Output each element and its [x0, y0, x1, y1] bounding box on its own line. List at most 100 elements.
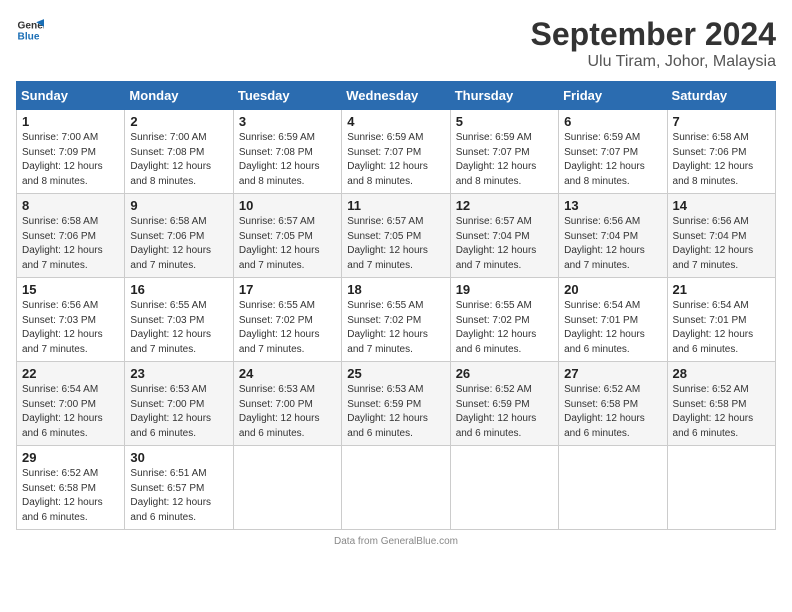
calendar-row: 15 Sunrise: 6:56 AMSunset: 7:03 PMDaylig… — [17, 278, 776, 362]
day-number: 4 — [347, 114, 444, 129]
day-detail: Sunrise: 6:54 AMSunset: 7:01 PMDaylight:… — [673, 300, 754, 355]
day-detail: Sunrise: 6:55 AMSunset: 7:02 PMDaylight:… — [239, 300, 320, 355]
day-number: 2 — [130, 114, 227, 129]
day-detail: Sunrise: 6:58 AMSunset: 7:06 PMDaylight:… — [673, 132, 754, 187]
calendar-cell: 26 Sunrise: 6:52 AMSunset: 6:59 PMDaylig… — [450, 362, 558, 446]
calendar-row: 1 Sunrise: 7:00 AMSunset: 7:09 PMDayligh… — [17, 110, 776, 194]
logo: General Blue — [16, 16, 44, 44]
day-number: 13 — [564, 198, 661, 213]
header-row: Sunday Monday Tuesday Wednesday Thursday… — [17, 82, 776, 110]
day-number: 19 — [456, 282, 553, 297]
day-detail: Sunrise: 6:53 AMSunset: 7:00 PMDaylight:… — [239, 384, 320, 439]
calendar-cell: 8 Sunrise: 6:58 AMSunset: 7:06 PMDayligh… — [17, 194, 125, 278]
day-detail: Sunrise: 6:56 AMSunset: 7:04 PMDaylight:… — [564, 216, 645, 271]
footer: Data from GeneralBlue.com — [16, 536, 776, 547]
day-number: 12 — [456, 198, 553, 213]
calendar-cell: 3 Sunrise: 6:59 AMSunset: 7:08 PMDayligh… — [233, 110, 341, 194]
calendar-cell: 18 Sunrise: 6:55 AMSunset: 7:02 PMDaylig… — [342, 278, 450, 362]
calendar-cell — [450, 446, 558, 530]
day-number: 18 — [347, 282, 444, 297]
day-detail: Sunrise: 7:00 AMSunset: 7:08 PMDaylight:… — [130, 132, 211, 187]
day-number: 5 — [456, 114, 553, 129]
day-number: 29 — [22, 450, 119, 465]
day-detail: Sunrise: 6:58 AMSunset: 7:06 PMDaylight:… — [22, 216, 103, 271]
day-number: 26 — [456, 366, 553, 381]
calendar-cell — [233, 446, 341, 530]
day-detail: Sunrise: 6:57 AMSunset: 7:05 PMDaylight:… — [347, 216, 428, 271]
calendar-cell: 16 Sunrise: 6:55 AMSunset: 7:03 PMDaylig… — [125, 278, 233, 362]
day-number: 27 — [564, 366, 661, 381]
day-detail: Sunrise: 6:55 AMSunset: 7:03 PMDaylight:… — [130, 300, 211, 355]
day-number: 20 — [564, 282, 661, 297]
calendar-cell: 13 Sunrise: 6:56 AMSunset: 7:04 PMDaylig… — [559, 194, 667, 278]
day-number: 9 — [130, 198, 227, 213]
calendar-row: 8 Sunrise: 6:58 AMSunset: 7:06 PMDayligh… — [17, 194, 776, 278]
day-detail: Sunrise: 6:51 AMSunset: 6:57 PMDaylight:… — [130, 468, 211, 523]
day-number: 15 — [22, 282, 119, 297]
calendar-cell: 21 Sunrise: 6:54 AMSunset: 7:01 PMDaylig… — [667, 278, 775, 362]
calendar-cell: 1 Sunrise: 7:00 AMSunset: 7:09 PMDayligh… — [17, 110, 125, 194]
calendar-cell: 23 Sunrise: 6:53 AMSunset: 7:00 PMDaylig… — [125, 362, 233, 446]
calendar-cell: 4 Sunrise: 6:59 AMSunset: 7:07 PMDayligh… — [342, 110, 450, 194]
title-area: September 2024 Ulu Tiram, Johor, Malaysi… — [531, 16, 776, 71]
header-monday: Monday — [125, 82, 233, 110]
month-title: September 2024 — [531, 16, 776, 53]
day-detail: Sunrise: 6:52 AMSunset: 6:59 PMDaylight:… — [456, 384, 537, 439]
calendar-cell: 7 Sunrise: 6:58 AMSunset: 7:06 PMDayligh… — [667, 110, 775, 194]
calendar-cell — [342, 446, 450, 530]
day-detail: Sunrise: 6:59 AMSunset: 7:08 PMDaylight:… — [239, 132, 320, 187]
day-number: 11 — [347, 198, 444, 213]
page-header: General Blue September 2024 Ulu Tiram, J… — [16, 16, 776, 71]
day-number: 14 — [673, 198, 770, 213]
header-sunday: Sunday — [17, 82, 125, 110]
calendar-cell: 14 Sunrise: 6:56 AMSunset: 7:04 PMDaylig… — [667, 194, 775, 278]
day-detail: Sunrise: 6:55 AMSunset: 7:02 PMDaylight:… — [456, 300, 537, 355]
calendar-cell: 9 Sunrise: 6:58 AMSunset: 7:06 PMDayligh… — [125, 194, 233, 278]
day-number: 17 — [239, 282, 336, 297]
day-detail: Sunrise: 6:56 AMSunset: 7:03 PMDaylight:… — [22, 300, 103, 355]
calendar-cell: 10 Sunrise: 6:57 AMSunset: 7:05 PMDaylig… — [233, 194, 341, 278]
day-number: 24 — [239, 366, 336, 381]
calendar-cell: 25 Sunrise: 6:53 AMSunset: 6:59 PMDaylig… — [342, 362, 450, 446]
calendar-cell: 6 Sunrise: 6:59 AMSunset: 7:07 PMDayligh… — [559, 110, 667, 194]
calendar-row: 29 Sunrise: 6:52 AMSunset: 6:58 PMDaylig… — [17, 446, 776, 530]
header-wednesday: Wednesday — [342, 82, 450, 110]
calendar-cell: 22 Sunrise: 6:54 AMSunset: 7:00 PMDaylig… — [17, 362, 125, 446]
day-number: 8 — [22, 198, 119, 213]
day-detail: Sunrise: 6:52 AMSunset: 6:58 PMDaylight:… — [673, 384, 754, 439]
calendar-cell: 17 Sunrise: 6:55 AMSunset: 7:02 PMDaylig… — [233, 278, 341, 362]
day-detail: Sunrise: 6:53 AMSunset: 6:59 PMDaylight:… — [347, 384, 428, 439]
day-detail: Sunrise: 6:57 AMSunset: 7:05 PMDaylight:… — [239, 216, 320, 271]
calendar-cell — [667, 446, 775, 530]
day-number: 16 — [130, 282, 227, 297]
calendar-table: Sunday Monday Tuesday Wednesday Thursday… — [16, 81, 776, 530]
calendar-cell — [559, 446, 667, 530]
day-detail: Sunrise: 6:54 AMSunset: 7:00 PMDaylight:… — [22, 384, 103, 439]
day-number: 21 — [673, 282, 770, 297]
header-friday: Friday — [559, 82, 667, 110]
day-detail: Sunrise: 6:56 AMSunset: 7:04 PMDaylight:… — [673, 216, 754, 271]
calendar-cell: 30 Sunrise: 6:51 AMSunset: 6:57 PMDaylig… — [125, 446, 233, 530]
day-detail: Sunrise: 6:54 AMSunset: 7:01 PMDaylight:… — [564, 300, 645, 355]
day-detail: Sunrise: 6:55 AMSunset: 7:02 PMDaylight:… — [347, 300, 428, 355]
calendar-cell: 12 Sunrise: 6:57 AMSunset: 7:04 PMDaylig… — [450, 194, 558, 278]
calendar-cell: 19 Sunrise: 6:55 AMSunset: 7:02 PMDaylig… — [450, 278, 558, 362]
day-number: 22 — [22, 366, 119, 381]
day-detail: Sunrise: 7:00 AMSunset: 7:09 PMDaylight:… — [22, 132, 103, 187]
day-detail: Sunrise: 6:59 AMSunset: 7:07 PMDaylight:… — [456, 132, 537, 187]
location-title: Ulu Tiram, Johor, Malaysia — [531, 53, 776, 71]
day-number: 3 — [239, 114, 336, 129]
day-detail: Sunrise: 6:59 AMSunset: 7:07 PMDaylight:… — [564, 132, 645, 187]
calendar-cell: 2 Sunrise: 7:00 AMSunset: 7:08 PMDayligh… — [125, 110, 233, 194]
day-number: 28 — [673, 366, 770, 381]
day-number: 10 — [239, 198, 336, 213]
header-thursday: Thursday — [450, 82, 558, 110]
day-detail: Sunrise: 6:57 AMSunset: 7:04 PMDaylight:… — [456, 216, 537, 271]
day-detail: Sunrise: 6:52 AMSunset: 6:58 PMDaylight:… — [22, 468, 103, 523]
day-detail: Sunrise: 6:52 AMSunset: 6:58 PMDaylight:… — [564, 384, 645, 439]
header-tuesday: Tuesday — [233, 82, 341, 110]
day-number: 7 — [673, 114, 770, 129]
day-detail: Sunrise: 6:58 AMSunset: 7:06 PMDaylight:… — [130, 216, 211, 271]
calendar-cell: 29 Sunrise: 6:52 AMSunset: 6:58 PMDaylig… — [17, 446, 125, 530]
calendar-cell: 20 Sunrise: 6:54 AMSunset: 7:01 PMDaylig… — [559, 278, 667, 362]
